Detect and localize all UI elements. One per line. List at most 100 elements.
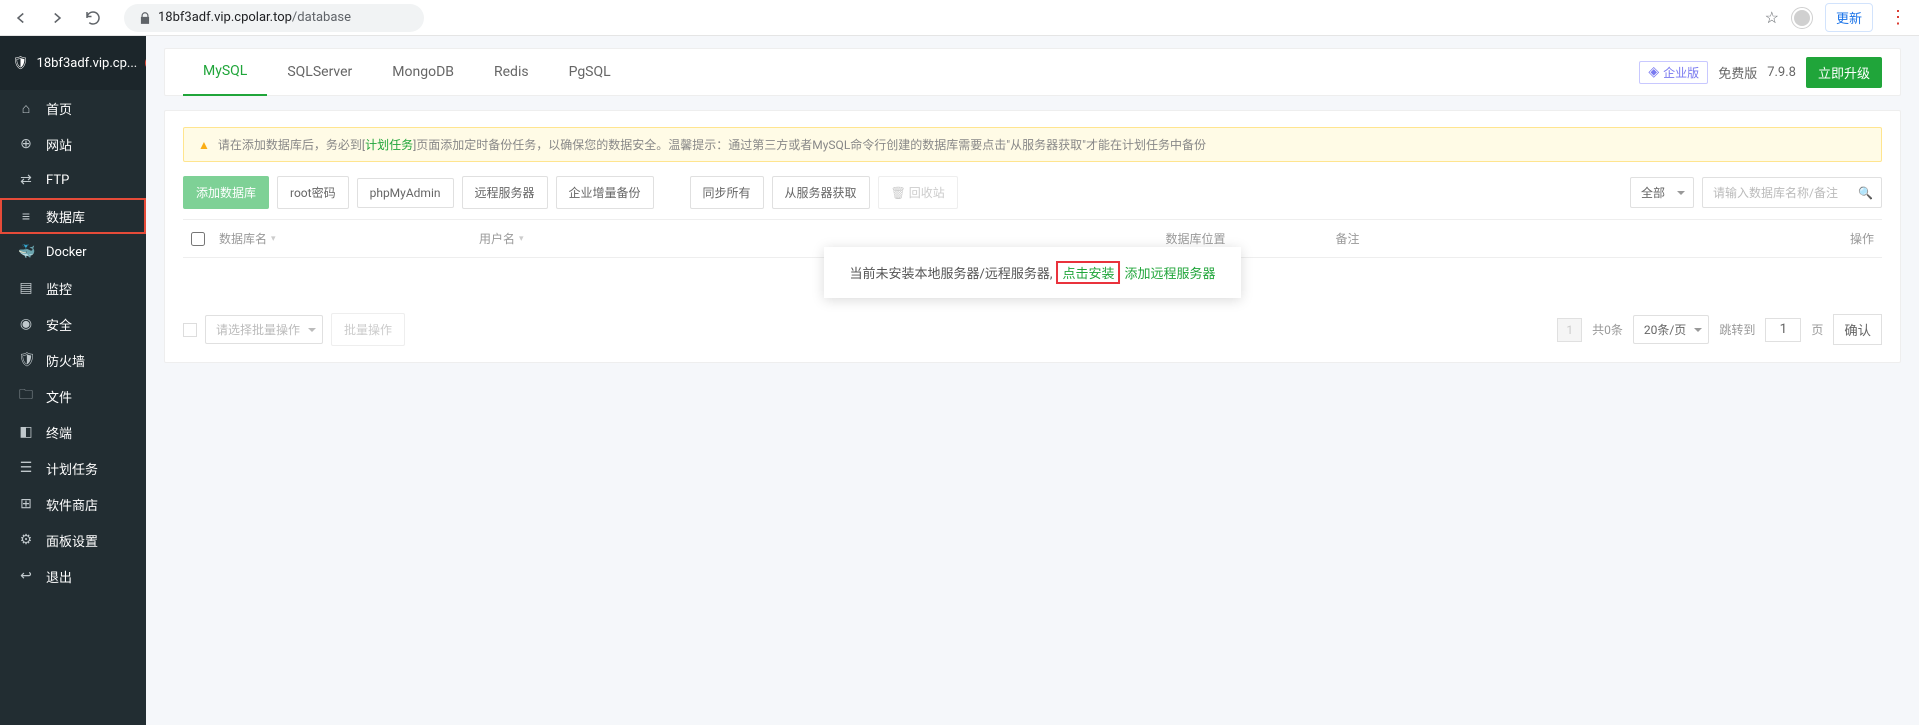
add-remote-server-link[interactable]: 添加远程服务器	[1124, 263, 1215, 282]
db-toolbar: 添加数据库 root密码 phpMyAdmin 远程服务器 企业增量备份 同步所…	[183, 176, 1882, 209]
sidebar-item-label: 防火墙	[46, 351, 85, 370]
sidebar-item-label: 终端	[46, 423, 72, 442]
tab-mongodb[interactable]: MongoDB	[372, 48, 474, 96]
batch-action-select[interactable]: 请选择批量操作	[205, 315, 323, 344]
sidebar-item-label: 网站	[46, 135, 72, 154]
jump-label: 跳转到	[1719, 321, 1755, 338]
sidebar-item-10[interactable]: ☰计划任务	[0, 450, 146, 486]
content-panel: ▲ 请在添加数据库后，务必到[计划任务]页面添加定时备份任务，以确保您的数据安全…	[164, 110, 1901, 363]
remote-server-button[interactable]: 远程服务器	[462, 176, 548, 209]
sidebar-item-12[interactable]: ⚙ 面板设置	[0, 522, 146, 558]
sidebar-icon: ◉	[18, 316, 34, 332]
sidebar-item-0[interactable]: ⌂ 首页	[0, 90, 146, 126]
total-count: 共0条	[1592, 321, 1623, 338]
shield-icon: 🛡	[12, 56, 29, 71]
table-footer: 请选择批量操作 批量操作 1 共0条 20条/页 跳转到 页 确认	[183, 313, 1882, 346]
tab-mysql[interactable]: MySQL	[183, 48, 267, 96]
root-password-button[interactable]: root密码	[277, 176, 349, 209]
footer-checkbox	[183, 323, 197, 337]
enterprise-badge[interactable]: ◈企业版	[1639, 61, 1708, 84]
profile-avatar[interactable]	[1791, 7, 1813, 29]
tab-redis[interactable]: Redis	[474, 48, 549, 96]
sidebar-item-1[interactable]: ⊕ 网站	[0, 126, 146, 162]
backup-notice: ▲ 请在添加数据库后，务必到[计划任务]页面添加定时备份任务，以确保您的数据安全…	[183, 127, 1882, 162]
tabs-bar: MySQLSQLServerMongoDBRedisPgSQL ◈企业版 免费版…	[164, 48, 1901, 96]
sidebar-item-2[interactable]: ⇄ FTP	[0, 162, 146, 198]
fetch-from-server-button[interactable]: 从服务器获取	[772, 176, 870, 209]
sidebar-icon: ▤	[18, 280, 34, 296]
sidebar-icon: ⚙	[18, 532, 34, 548]
bookmark-icon[interactable]: ☆	[1765, 8, 1779, 27]
sidebar-item-13[interactable]: ↩ 退出	[0, 558, 146, 594]
upgrade-button[interactable]: 立即升级	[1806, 57, 1882, 88]
sidebar-icon: 🐳	[18, 244, 34, 260]
page-size-select[interactable]: 20条/页	[1633, 315, 1709, 344]
jump-confirm-button[interactable]: 确认	[1833, 314, 1882, 345]
trash-icon: 🗑	[891, 186, 909, 200]
sidebar-item-label: Docker	[46, 245, 87, 260]
tab-sqlserver[interactable]: SQLServer	[267, 48, 372, 96]
sidebar-item-9[interactable]: ◧ 终端	[0, 414, 146, 450]
sort-icon[interactable]: ▾	[519, 234, 524, 244]
sidebar-item-4[interactable]: 🐳 Docker	[0, 234, 146, 270]
jump-page-input[interactable]	[1765, 318, 1801, 342]
sidebar-icon: ⇄	[18, 172, 34, 188]
sidebar-item-5[interactable]: ▤ 监控	[0, 270, 146, 306]
diamond-icon: ◈	[1648, 64, 1659, 80]
sidebar-host[interactable]: 🛡 18bf3adf.vip.cp... 0	[0, 36, 146, 90]
sidebar-icon: ↩	[18, 568, 34, 584]
url-host: 18bf3adf.vip.cpolar.top	[158, 10, 292, 25]
sidebar-icon: ⌂	[18, 100, 34, 117]
sidebar-item-label: 文件	[46, 387, 72, 406]
version-number: 7.9.8	[1767, 65, 1796, 80]
sidebar-icon: 🗀	[18, 384, 34, 408]
sidebar-item-7[interactable]: 🛡防火墙	[0, 342, 146, 378]
sidebar-item-6[interactable]: ◉安全	[0, 306, 146, 342]
sidebar-item-label: 软件商店	[46, 495, 98, 514]
warning-icon: ▲	[198, 138, 210, 152]
install-link[interactable]: 点击安装	[1056, 261, 1120, 284]
lock-icon	[138, 11, 152, 25]
sidebar-item-3[interactable]: ≡ 数据库	[0, 198, 146, 234]
browser-toolbar: 18bf3adf.vip.cpolar.top/database ☆ 更新 ⋮	[0, 0, 1919, 36]
sidebar-item-label: FTP	[46, 173, 69, 188]
address-bar[interactable]: 18bf3adf.vip.cpolar.top/database	[124, 4, 424, 32]
sidebar-item-label: 面板设置	[46, 531, 98, 550]
back-button[interactable]	[8, 5, 34, 31]
sidebar-item-label: 退出	[46, 567, 72, 586]
search-icon: 🔍	[1858, 186, 1873, 200]
sidebar-icon: ≡	[18, 208, 34, 225]
page-unit: 页	[1811, 321, 1823, 338]
free-version-label: 免费版	[1718, 63, 1757, 82]
sidebar-item-label: 数据库	[46, 207, 85, 226]
sidebar-icon: ☰	[18, 460, 34, 476]
sidebar-icon: ⊞	[18, 496, 34, 512]
sidebar-item-11[interactable]: ⊞ 软件商店	[0, 486, 146, 522]
phpmyadmin-button[interactable]: phpMyAdmin	[357, 178, 454, 208]
sync-all-button[interactable]: 同步所有	[690, 176, 764, 209]
tab-pgsql[interactable]: PgSQL	[549, 48, 631, 96]
incremental-backup-button[interactable]: 企业增量备份	[556, 176, 654, 209]
more-menu-icon[interactable]: ⋮	[1885, 7, 1911, 28]
notice-plan-link[interactable]: 计划任务	[365, 138, 413, 152]
current-page: 1	[1557, 318, 1582, 342]
add-database-button[interactable]: 添加数据库	[183, 176, 269, 209]
install-prompt-overlay: 当前未安装本地服务器/远程服务器, 点击安装 添加远程服务器	[824, 247, 1242, 298]
filter-select[interactable]: 全部	[1630, 177, 1694, 208]
sidebar-item-8[interactable]: 🗀 文件	[0, 378, 146, 414]
sidebar: 🛡 18bf3adf.vip.cp... 0 ⌂ 首页 ⊕ 网站 ⇄ FTP ≡ 数据库 🐳 Do…	[0, 36, 146, 725]
sort-icon[interactable]: ▾	[271, 234, 276, 244]
main: MySQLSQLServerMongoDBRedisPgSQL ◈企业版 免费版…	[146, 36, 1919, 725]
sidebar-icon: ◧	[18, 424, 34, 440]
sidebar-icon: ⊕	[18, 136, 34, 152]
batch-action-button[interactable]: 批量操作	[331, 313, 405, 346]
url-path: /database	[292, 10, 351, 25]
search-input[interactable]: 请输入数据库名称/备注 🔍	[1702, 177, 1882, 208]
select-all-checkbox[interactable]	[191, 232, 205, 246]
forward-button[interactable]	[44, 5, 70, 31]
sidebar-item-label: 监控	[46, 279, 72, 298]
sidebar-item-label: 首页	[46, 99, 72, 118]
reload-button[interactable]	[80, 5, 106, 31]
browser-update-button[interactable]: 更新	[1825, 3, 1873, 32]
recycle-bin-button[interactable]: 🗑 回收站	[878, 176, 958, 209]
